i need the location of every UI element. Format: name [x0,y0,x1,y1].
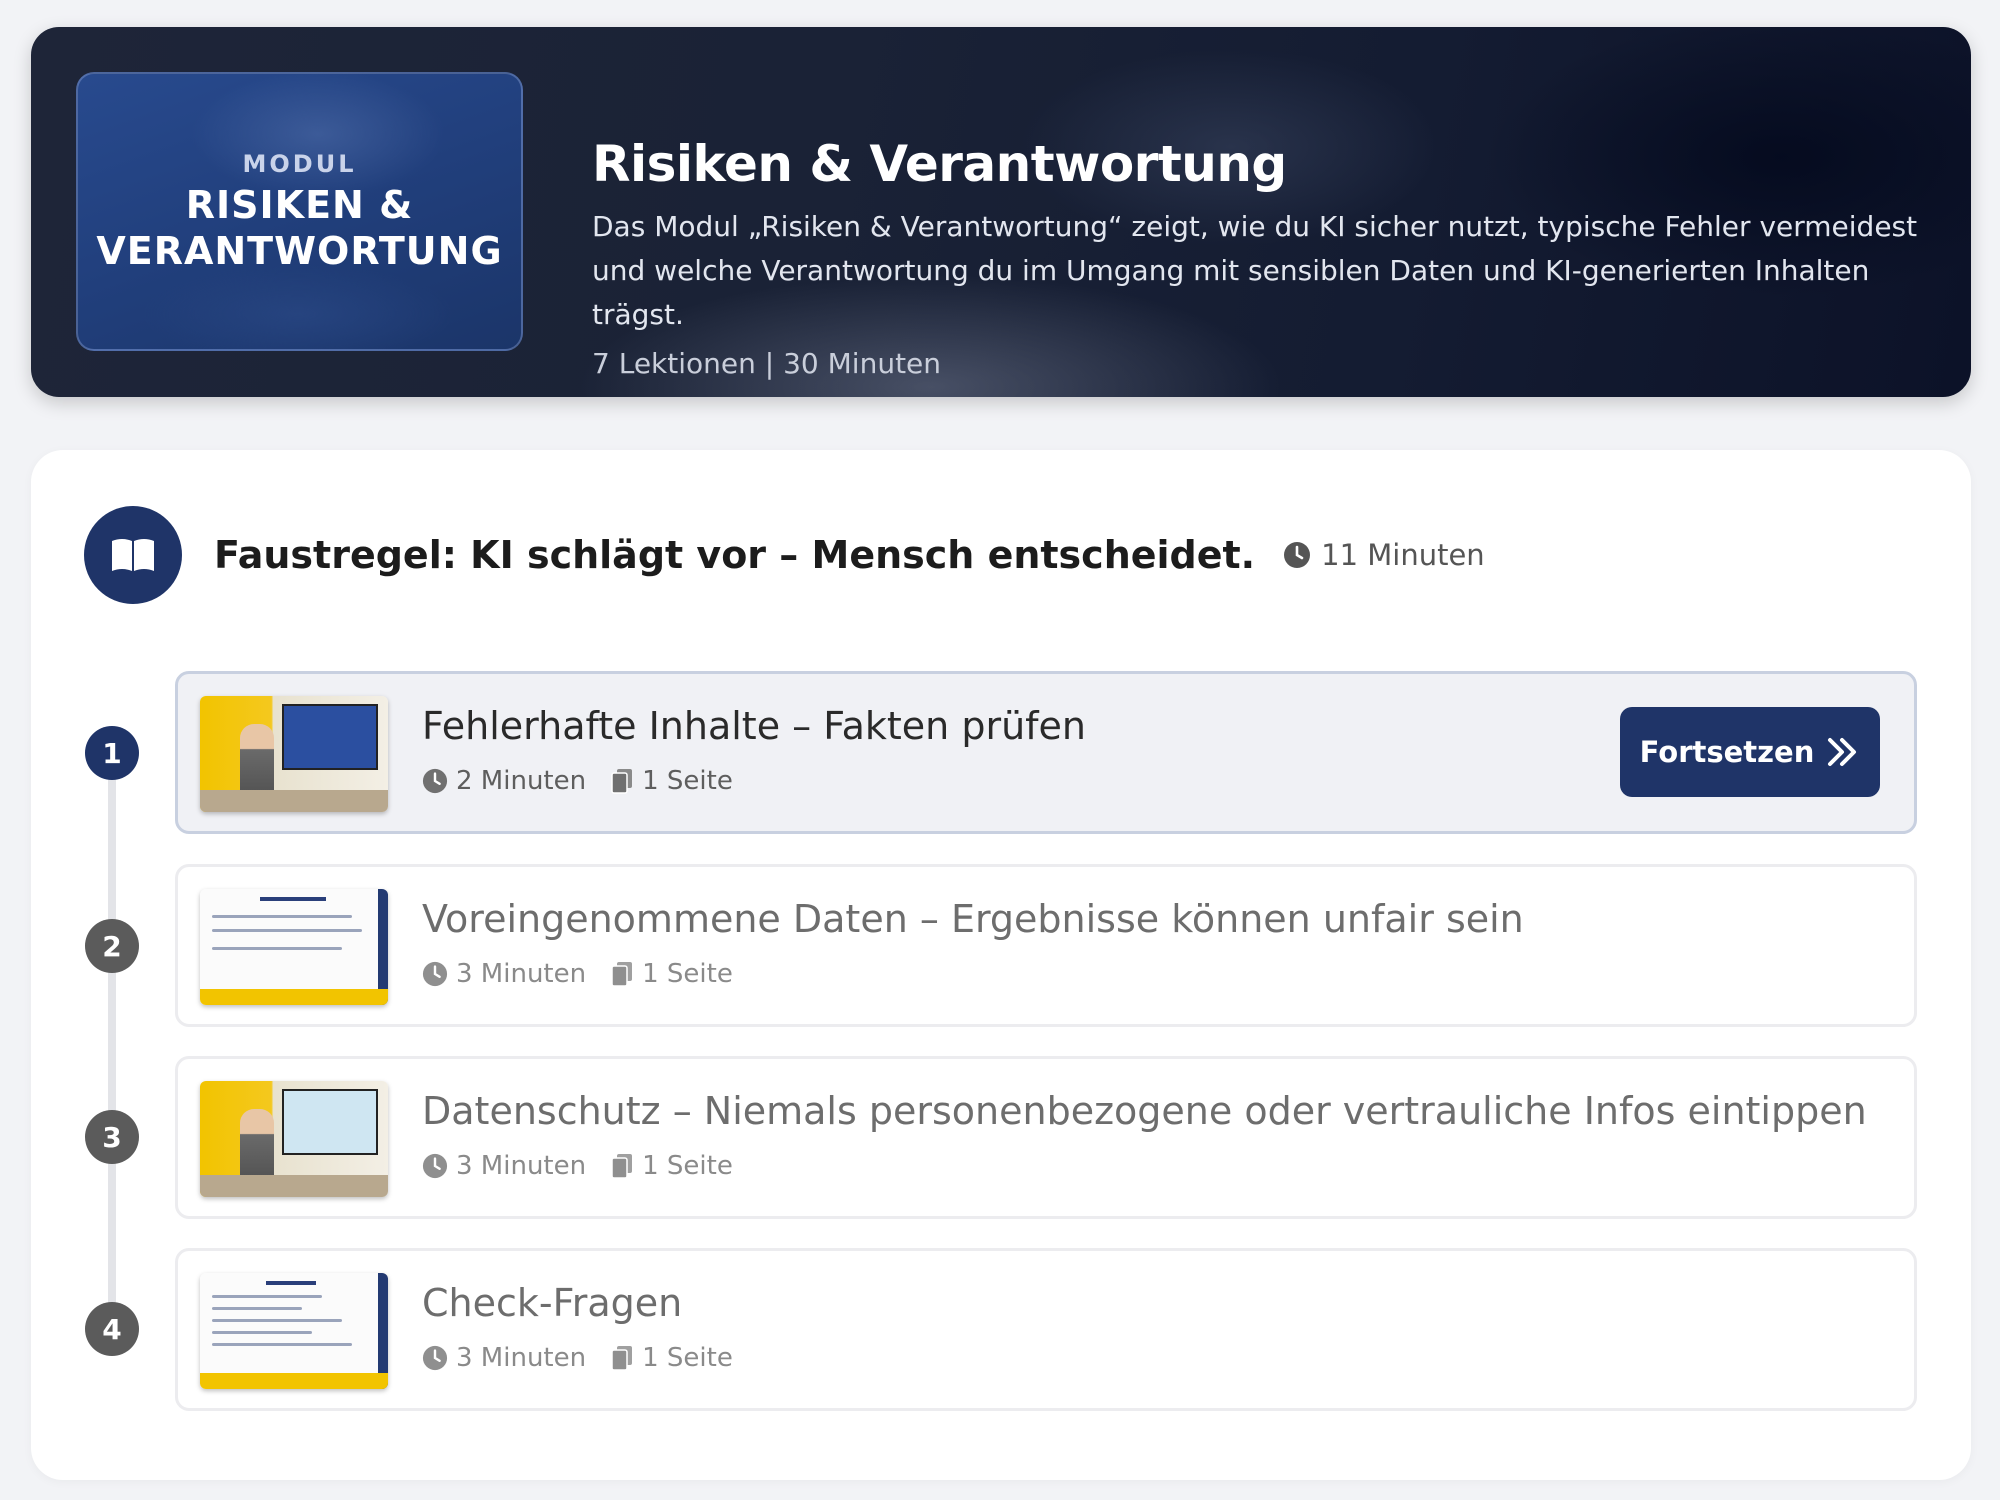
clock-icon [422,1345,448,1371]
lesson-pages: 1 Seite [642,1343,733,1373]
lesson-thumbnail [200,696,388,812]
lesson-title: Check-Fragen [422,1281,683,1325]
continue-button[interactable]: Fortsetzen [1620,707,1880,797]
lesson-meta: 2 Minuten 1 Seite [422,766,1086,796]
pages-icon [611,1346,633,1371]
lesson-duration: 3 Minuten [456,959,587,989]
step-number: 1 [85,726,139,780]
step-number: 4 [85,1302,139,1356]
lesson-info: Fehlerhafte Inhalte – Fakten prüfen 2 Mi… [422,704,1086,796]
step-number: 3 [85,1110,139,1164]
continue-button-label: Fortsetzen [1639,735,1815,769]
lesson-meta: 3 Minuten 1 Seite [422,1151,1867,1181]
lesson-duration: 3 Minuten [456,1343,587,1373]
pages-icon [611,1154,633,1179]
module-thumbnail-title-line2: VERANTWORTUNG [96,228,503,273]
clock-icon [422,1153,448,1179]
book-open-icon [84,506,182,604]
lesson-meta: 3 Minuten 1 Seite [422,959,1524,989]
module-thumbnail-title-line1: RISIKEN & [185,182,414,227]
lesson-pages: 1 Seite [642,1151,733,1181]
clock-icon [422,768,448,794]
lesson-item[interactable]: Fehlerhafte Inhalte – Fakten prüfen 2 Mi… [175,671,1917,834]
module-description: Das Modul „Risiken & Verantwortung“ zeig… [592,210,1918,331]
lesson-duration: 3 Minuten [456,1151,587,1181]
lesson-info: Voreingenommene Daten – Ergebnisse könne… [422,897,1524,989]
section-duration: 11 Minuten [1283,538,1485,572]
clock-icon [422,961,448,987]
lesson-pages: 1 Seite [642,959,733,989]
section-title: Faustregel: KI schlägt vor – Mensch ents… [214,533,1256,577]
lesson-meta: 3 Minuten 1 Seite [422,1343,757,1373]
module-thumbnail: MODUL RISIKEN & VERANTWORTUNG [76,72,523,351]
module-thumbnail-kicker: MODUL [242,149,357,178]
lesson-duration: 2 Minuten [456,766,587,796]
lesson-title: Datenschutz – Niemals personenbezogene o… [422,1089,1867,1133]
timeline-line [108,752,116,1330]
module-header-banner: MODUL RISIKEN & VERANTWORTUNG Risiken & … [31,27,1971,397]
module-title: Risiken & Verantwortung [592,135,1287,193]
step-number: 2 [85,919,139,973]
lesson-thumbnail [200,1081,388,1197]
section-header: Faustregel: KI schlägt vor – Mensch ents… [84,505,1485,605]
lesson-info: Datenschutz – Niemals personenbezogene o… [422,1089,1867,1181]
lesson-title: Voreingenommene Daten – Ergebnisse könne… [422,897,1524,941]
lesson-title: Fehlerhafte Inhalte – Fakten prüfen [422,704,1086,748]
lesson-thumbnail [200,889,388,1005]
pages-icon [611,962,633,987]
module-meta: 7 Lektionen | 30 Minuten [592,347,942,380]
lesson-item[interactable]: Voreingenommene Daten – Ergebnisse könne… [175,864,1917,1027]
pages-icon [611,769,633,794]
module-info: Risiken & Verantwortung Das Modul „Risik… [592,135,1952,380]
lesson-pages: 1 Seite [642,766,733,796]
lesson-info: Check-Fragen 3 Minuten 1 Seite [422,1281,757,1373]
clock-icon [1284,542,1311,568]
section-duration-text: 11 Minuten [1321,538,1485,572]
double-chevron-right-icon [1828,738,1857,766]
lesson-item[interactable]: Check-Fragen 3 Minuten 1 Seite [175,1248,1917,1411]
lesson-item[interactable]: Datenschutz – Niemals personenbezogene o… [175,1056,1917,1219]
lesson-thumbnail [200,1273,388,1389]
